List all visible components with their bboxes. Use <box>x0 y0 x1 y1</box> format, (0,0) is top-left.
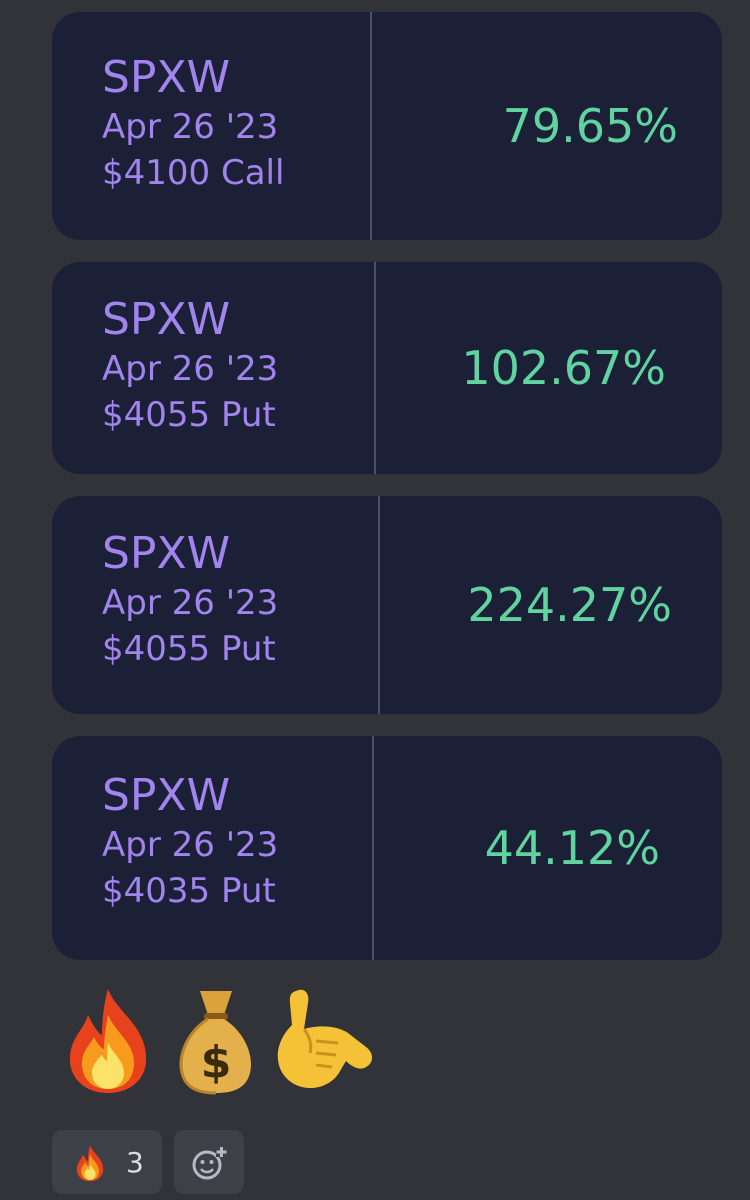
strike-type: $4055 Put <box>102 395 276 435</box>
ticker-symbol: SPXW <box>102 294 231 345</box>
ticker-symbol: SPXW <box>102 528 231 579</box>
option-card: SPXW Apr 26 '23 $4055 Put 102.67% <box>52 262 722 474</box>
fire-icon <box>72 1144 108 1186</box>
reaction-count: 3 <box>126 1146 144 1179</box>
expiry-date: Apr 26 '23 <box>102 825 279 865</box>
card-divider <box>370 12 372 240</box>
add-reaction-icon <box>191 1144 229 1186</box>
card-divider <box>372 736 374 960</box>
option-card: SPXW Apr 26 '23 $4100 Call 79.65% <box>52 12 722 240</box>
strike-type: $4100 Call <box>102 153 285 193</box>
call-me-hand-icon <box>266 985 378 1099</box>
strike-type: $4055 Put <box>102 629 276 669</box>
option-card: SPXW Apr 26 '23 $4055 Put 224.27% <box>52 496 722 714</box>
reaction-fire[interactable]: 3 <box>52 1130 162 1194</box>
percent-gain: 102.67% <box>461 341 666 395</box>
strike-type: $4035 Put <box>102 871 276 911</box>
fire-icon <box>58 985 158 1099</box>
expiry-date: Apr 26 '23 <box>102 349 279 389</box>
option-card: SPXW Apr 26 '23 $4035 Put 44.12% <box>52 736 722 960</box>
card-divider <box>374 262 376 474</box>
percent-gain: 224.27% <box>467 578 672 632</box>
expiry-date: Apr 26 '23 <box>102 583 279 623</box>
ticker-symbol: SPXW <box>102 770 231 821</box>
contract-info: SPXW Apr 26 '23 $4055 Put <box>102 528 278 672</box>
contract-info: SPXW Apr 26 '23 $4055 Put <box>102 294 278 438</box>
percent-gain: 44.12% <box>484 821 660 875</box>
svg-text:$: $ <box>201 1037 232 1088</box>
contract-info: SPXW Apr 26 '23 $4035 Put <box>102 770 278 914</box>
expiry-date: Apr 26 '23 <box>102 107 279 147</box>
card-divider <box>378 496 380 714</box>
contract-info: SPXW Apr 26 '23 $4100 Call <box>102 52 284 196</box>
ticker-symbol: SPXW <box>102 52 231 103</box>
money-bag-icon: $ <box>174 985 258 1099</box>
add-reaction-button[interactable] <box>174 1130 244 1194</box>
percent-gain: 79.65% <box>502 99 678 153</box>
